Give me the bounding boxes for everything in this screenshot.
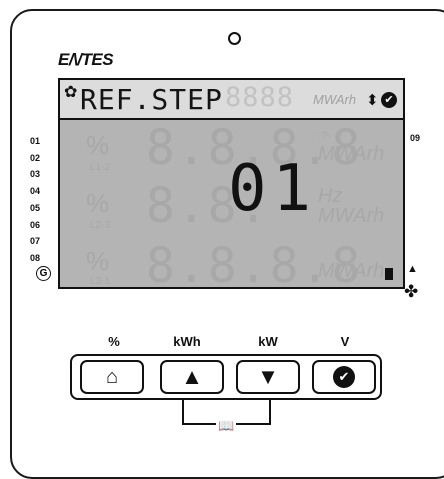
- check-icon: ✔: [381, 92, 397, 108]
- home-icon: ⌂: [105, 365, 119, 388]
- combo-line-right: [269, 400, 271, 425]
- key-label-kw: kW: [258, 334, 278, 349]
- triangle-down-icon: ▼: [257, 364, 279, 389]
- row2-phase: L2-3: [90, 220, 111, 231]
- row1-phase: L1-2: [90, 162, 111, 173]
- channel-label: 02: [30, 152, 41, 163]
- ghost-top-digits: 8888: [225, 82, 295, 113]
- channel-label: 07: [30, 236, 41, 247]
- top-unit-label: MWArh: [313, 92, 357, 107]
- channel-label: 01: [30, 136, 41, 146]
- g-icon: G: [36, 266, 51, 281]
- key-label-percent: %: [108, 334, 120, 349]
- down-button[interactable]: ▼: [236, 360, 300, 394]
- key-label-kwh: kWh: [173, 334, 201, 349]
- fan-icon: ✤: [404, 282, 419, 301]
- up-button[interactable]: ▲: [160, 360, 224, 394]
- row3-phase: L3-1: [90, 276, 111, 287]
- channel-label: 05: [30, 202, 41, 213]
- home-button[interactable]: ⌂: [80, 360, 144, 394]
- brand-logo: E/\/TES: [58, 50, 114, 69]
- channel-labels-left: 01 02 03 04 05 06 07 08: [30, 133, 40, 267]
- check-icon: ✔: [333, 366, 355, 388]
- enter-button[interactable]: ✔: [312, 360, 376, 394]
- triangle-up-icon: ▲: [181, 364, 203, 389]
- menu-title: REF.STEP: [80, 83, 223, 116]
- bell-icon: ▲: [407, 263, 418, 275]
- row3-percent: %: [86, 246, 110, 276]
- alarm-bar-indicator: [385, 268, 393, 280]
- channel-label-09: 09: [410, 133, 421, 143]
- row1-unit: MWArh: [318, 143, 385, 165]
- row2-unit: MWArh: [318, 205, 385, 227]
- book-icon: 📖: [216, 418, 237, 434]
- channel-label: 04: [30, 186, 41, 197]
- gear-icon: ✿: [64, 84, 78, 101]
- step-value: 01: [228, 152, 318, 226]
- mount-hole: [228, 32, 241, 45]
- channel-label: 06: [30, 219, 41, 230]
- row1-percent: %: [86, 130, 110, 160]
- combo-line-left: [182, 400, 184, 425]
- row1-extra: -?-: [318, 130, 332, 142]
- channel-label: 03: [30, 169, 41, 180]
- lcd-title-bar: ✿ REF.STEP 8888 MWArh ⬍ ✔: [60, 80, 403, 120]
- up-down-icon: ⬍: [366, 92, 379, 109]
- key-label-v: V: [340, 334, 350, 349]
- row2-percent: %: [86, 188, 110, 218]
- channel-label: 08: [30, 252, 41, 263]
- row3-unit: MWArh: [318, 260, 385, 282]
